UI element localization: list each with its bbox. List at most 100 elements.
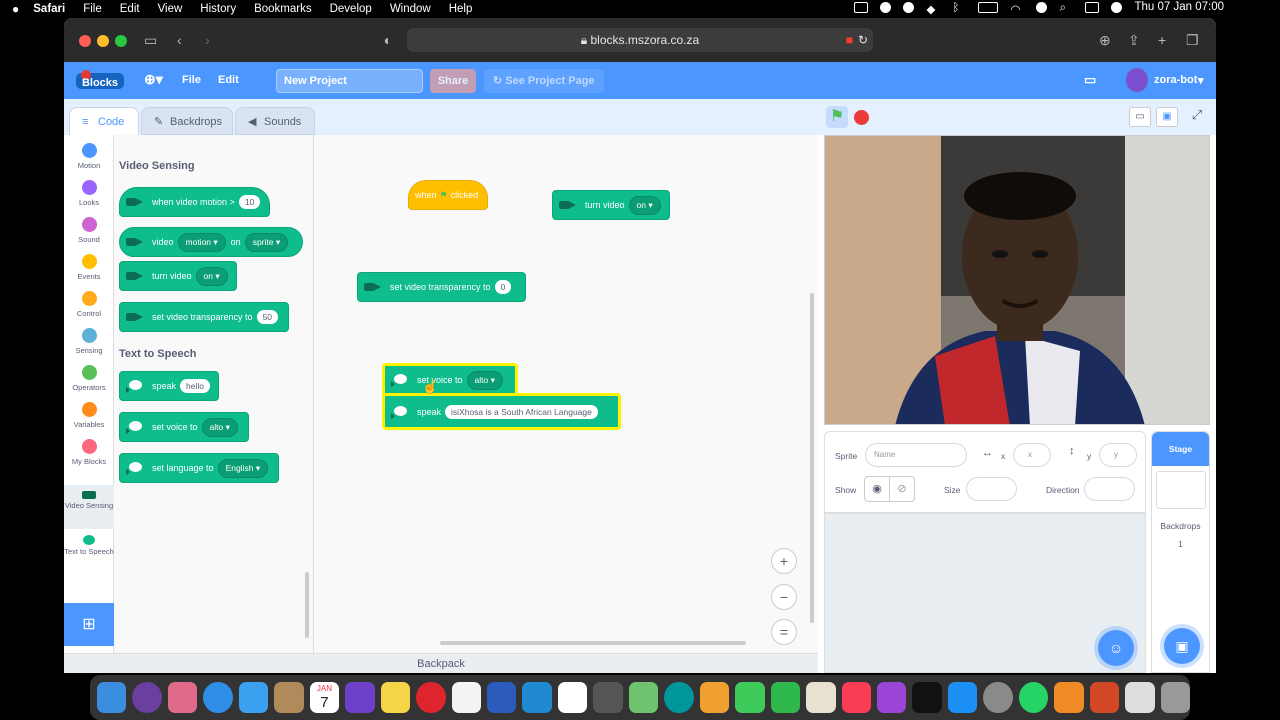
category-video-sensing[interactable]: Video Sensing bbox=[64, 485, 114, 529]
podcasts-icon[interactable] bbox=[876, 682, 907, 713]
y-position-input[interactable]: y bbox=[1099, 443, 1137, 467]
quicktime-icon[interactable] bbox=[593, 682, 623, 713]
apple-icon[interactable]: ● bbox=[12, 2, 19, 16]
menubar-app-name[interactable]: Safari bbox=[33, 3, 65, 15]
reminders-icon[interactable] bbox=[451, 682, 481, 713]
calendar-icon[interactable]: JAN 7 bbox=[309, 682, 340, 713]
privacy-shield-icon[interactable]: ◖ bbox=[382, 32, 390, 48]
menu-develop[interactable]: Develop bbox=[330, 3, 372, 15]
facetime-icon[interactable] bbox=[770, 682, 801, 713]
control-center-icon[interactable] bbox=[1085, 1, 1100, 13]
status-icon[interactable] bbox=[903, 1, 915, 13]
set-video-transparency-block[interactable]: set video transparency to 50 bbox=[119, 302, 289, 332]
siri-icon[interactable] bbox=[132, 682, 162, 713]
sidebar-toggle-icon[interactable]: ▭ bbox=[144, 32, 157, 49]
video-motion-on-sprite-block[interactable]: video motion ▾ on sprite ▾ bbox=[119, 227, 303, 257]
stage-selector[interactable]: Stage Backdrops 1 ▣ bbox=[1151, 431, 1210, 673]
stage-video-feed[interactable] bbox=[824, 135, 1210, 425]
downloads-stack-icon[interactable] bbox=[1125, 682, 1155, 713]
maps-icon[interactable] bbox=[628, 682, 659, 713]
direction-input[interactable] bbox=[1084, 477, 1135, 501]
add-extension-button[interactable]: ⊞ bbox=[64, 603, 114, 646]
photos-icon[interactable] bbox=[699, 682, 730, 713]
transparency-input[interactable]: 50 bbox=[256, 310, 279, 324]
tab-overview-icon[interactable]: ❐ bbox=[1186, 32, 1199, 49]
category-my-blocks[interactable]: My Blocks bbox=[64, 439, 114, 466]
close-window-button[interactable] bbox=[79, 35, 91, 47]
video-state-dropdown[interactable]: on ▾ bbox=[195, 266, 228, 286]
user-name[interactable]: zora-bot bbox=[1154, 74, 1197, 86]
video-subject-dropdown[interactable]: sprite ▾ bbox=[244, 232, 289, 252]
show-visible-eye-icon[interactable]: ◉ bbox=[864, 476, 890, 502]
menu-view[interactable]: View bbox=[158, 3, 183, 15]
apple-tv-icon[interactable] bbox=[912, 682, 942, 713]
category-sound[interactable]: Sound bbox=[64, 217, 114, 244]
backpack-panel[interactable]: Backpack bbox=[64, 653, 818, 673]
books-icon[interactable] bbox=[1054, 682, 1084, 713]
small-stage-icon[interactable]: ▭ bbox=[1129, 107, 1151, 127]
menu-bookmarks[interactable]: Bookmarks bbox=[254, 3, 312, 15]
safari-icon[interactable] bbox=[203, 682, 233, 713]
github-icon[interactable] bbox=[345, 682, 375, 713]
menu-file[interactable]: File bbox=[83, 3, 102, 15]
spotlight-icon[interactable]: ⌕ bbox=[1059, 2, 1073, 14]
stop-button[interactable] bbox=[854, 110, 869, 125]
word-icon[interactable] bbox=[486, 682, 517, 713]
script-workspace[interactable]: when ⚑ clicked turn video on ▾ set video tr… bbox=[314, 135, 818, 663]
add-backdrop-button[interactable]: ▣ bbox=[1164, 628, 1200, 664]
wifi-icon[interactable]: ◠ bbox=[1010, 2, 1024, 16]
category-looks[interactable]: Looks bbox=[64, 180, 114, 207]
set-voice-block[interactable]: set voice to alto ▾ bbox=[119, 412, 249, 442]
voice-dropdown[interactable]: alto ▾ bbox=[201, 417, 238, 437]
add-sprite-button[interactable]: ☺ bbox=[1098, 630, 1134, 666]
download-icon[interactable]: ⊕ bbox=[1099, 32, 1111, 49]
menu-file-button[interactable]: File bbox=[182, 74, 201, 86]
dropbox-icon[interactable]: ◆ bbox=[926, 2, 940, 16]
new-tab-icon[interactable]: + bbox=[1158, 32, 1166, 48]
trash-icon[interactable] bbox=[1160, 682, 1191, 713]
contacts-icon[interactable] bbox=[274, 682, 304, 713]
category-text-to-speech[interactable]: Text to Speech bbox=[64, 535, 114, 556]
finder-icon[interactable] bbox=[97, 682, 127, 713]
share-button[interactable]: Share bbox=[430, 69, 476, 93]
category-motion[interactable]: Motion bbox=[64, 143, 114, 170]
speak-text-input[interactable]: hello bbox=[180, 379, 210, 393]
notes-icon[interactable] bbox=[380, 682, 411, 713]
green-flag-button[interactable]: ⚑ bbox=[826, 106, 848, 128]
back-icon[interactable]: ‹ bbox=[177, 32, 182, 48]
battery-icon[interactable] bbox=[978, 1, 999, 13]
video-state-dropdown[interactable]: on ▾ bbox=[628, 195, 661, 215]
workspace-horizontal-scrollbar[interactable] bbox=[440, 641, 746, 645]
share-icon[interactable]: ⇪ bbox=[1128, 32, 1140, 49]
address-bar[interactable]: 🔒︎ blocks.mszora.co.za ■ ↻ bbox=[407, 28, 873, 52]
menu-edit-button[interactable]: Edit bbox=[218, 74, 239, 86]
category-events[interactable]: Events bbox=[64, 254, 114, 281]
project-title-input[interactable]: New Project bbox=[276, 69, 423, 93]
voice-dropdown[interactable]: alto ▾ bbox=[466, 370, 503, 390]
palette-scrollbar[interactable] bbox=[305, 572, 309, 638]
slack-icon[interactable] bbox=[557, 682, 588, 713]
set-video-transparency-block[interactable]: set video transparency to 0 bbox=[357, 272, 526, 302]
speak-block[interactable]: speak isiXhosa is a South African Languag… bbox=[382, 393, 621, 430]
transparency-input[interactable]: 0 bbox=[494, 280, 512, 294]
record-status-icon[interactable] bbox=[880, 1, 892, 13]
workspace-vertical-scrollbar[interactable] bbox=[810, 293, 814, 623]
vscode-icon[interactable] bbox=[522, 682, 552, 713]
mail-icon[interactable] bbox=[238, 682, 269, 713]
camera-status-icon[interactable] bbox=[854, 1, 869, 13]
language-globe-icon[interactable]: ⊕▾ bbox=[144, 71, 163, 88]
my-stuff-folder-icon[interactable]: ▭ bbox=[1084, 72, 1096, 88]
bluetooth-icon[interactable]: ᛒ bbox=[952, 2, 966, 14]
user-avatar[interactable] bbox=[1126, 68, 1148, 92]
video-attribute-dropdown[interactable]: motion ▾ bbox=[177, 232, 226, 252]
selected-script-stack[interactable]: set voice to alto ▾ speak isiXhosa is a So… bbox=[382, 363, 621, 433]
motion-threshold-input[interactable]: 10 bbox=[238, 195, 261, 209]
tab-sounds[interactable]: ◀ Sounds bbox=[235, 107, 315, 135]
speak-block[interactable]: speak hello bbox=[119, 371, 219, 401]
minimize-window-button[interactable] bbox=[97, 35, 109, 47]
language-dropdown[interactable]: English ▾ bbox=[217, 458, 269, 478]
menu-edit[interactable]: Edit bbox=[120, 3, 140, 15]
forward-icon[interactable]: › bbox=[205, 32, 210, 48]
turn-video-block[interactable]: turn video on ▾ bbox=[552, 190, 670, 220]
zoom-window-button[interactable] bbox=[115, 35, 127, 47]
